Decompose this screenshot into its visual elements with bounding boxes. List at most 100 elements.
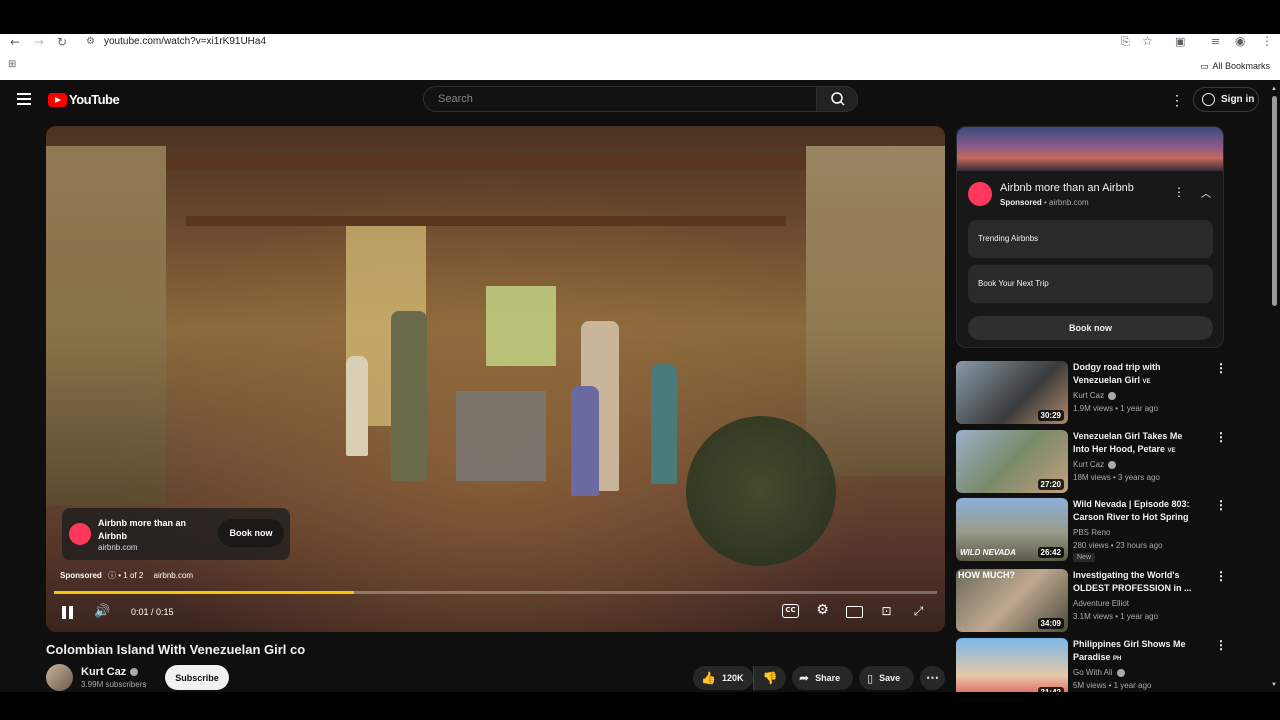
channel-name[interactable]: Kurt Caz (81, 666, 139, 678)
share-icon: ➦ (799, 671, 810, 685)
related-channel-text: Kurt Caz (1073, 391, 1105, 400)
sponsored-domain[interactable]: airbnb.com (154, 571, 194, 580)
scrollbar-thumb[interactable] (1272, 96, 1277, 306)
side-ad-sponsored: Sponsored (1000, 198, 1042, 207)
related-more-icon[interactable]: ⋮ (1215, 361, 1227, 375)
install-app-icon[interactable]: ⎘ (1121, 35, 1130, 49)
pause-button[interactable] (61, 606, 75, 620)
related-channel[interactable]: PBS Reno (1073, 528, 1110, 537)
child-figure (346, 356, 368, 456)
related-meta: 1.9M views • 1 year ago (1073, 404, 1159, 413)
captions-icon[interactable]: CC (782, 604, 799, 618)
all-bookmarks-label: All Bookmarks (1212, 61, 1270, 71)
related-video[interactable]: 30:29 Dodgy road trip with Venezuelan Gi… (956, 361, 1227, 425)
site-settings-icon[interactable]: ⚙ (86, 35, 95, 49)
sponsored-label: Sponsored (60, 571, 102, 580)
thumbs-down-icon: 👎 (762, 671, 778, 685)
player-book-now-button[interactable]: Book now (218, 519, 284, 547)
theater-mode-icon[interactable] (846, 606, 863, 618)
hamburger-menu-icon[interactable] (17, 93, 31, 105)
tab-search-icon[interactable]: ▣ (1175, 35, 1185, 49)
related-channel[interactable]: Go With Ali (1073, 668, 1125, 677)
profile-icon[interactable]: ◉ (1235, 34, 1245, 48)
all-bookmarks[interactable]: ▭ All Bookmarks (1200, 61, 1270, 72)
related-title[interactable]: Philippines Girl Shows Me Paradise PH (1073, 638, 1195, 666)
right-window (806, 146, 945, 476)
cast-icon[interactable]: ⊡ (878, 604, 895, 619)
apps-grid-icon[interactable]: ⊞ (8, 58, 16, 72)
settings-kebab-icon[interactable]: ⋮ (1170, 92, 1184, 109)
related-more-icon[interactable]: ⋮ (1215, 569, 1227, 583)
youtube-play-icon (48, 92, 67, 107)
like-button[interactable]: 👍 120K (693, 666, 753, 690)
verified-icon (1108, 391, 1117, 400)
search-button[interactable] (816, 86, 858, 112)
share-button[interactable]: ➦ Share (792, 666, 853, 690)
side-ad-more-icon[interactable]: ⋮ (1173, 185, 1185, 199)
top-black-band (0, 0, 1280, 34)
related-video[interactable]: 27:20 Venezuelan Girl Takes Me Into Her … (956, 430, 1227, 494)
new-badge: New (1073, 553, 1096, 562)
related-title[interactable]: Dodgy road trip with Venezuelan Girl VE (1073, 361, 1195, 389)
kitchen-window (486, 286, 556, 366)
related-channel[interactable]: Adventure Elliot (1073, 599, 1129, 608)
info-icon[interactable]: ⓘ (108, 571, 116, 580)
related-video[interactable]: WILD NEVADA 26:42 Wild Nevada | Episode … (956, 498, 1227, 562)
more-actions-button[interactable]: ⋯ (920, 666, 945, 690)
save-button[interactable]: ▯ Save (859, 666, 914, 690)
side-ad-option-1[interactable]: Trending Airbnbs (968, 220, 1213, 258)
channel-avatar[interactable] (46, 664, 73, 691)
sign-in-label: Sign in (1221, 94, 1255, 105)
related-more-icon[interactable]: ⋮ (1215, 638, 1227, 652)
video-thumbnail[interactable]: HOW MUCH? 34:09 (956, 569, 1068, 632)
side-ad-book-now-button[interactable]: Book now (968, 316, 1213, 340)
scroll-down-icon[interactable]: ▼ (1271, 682, 1277, 688)
settings-gear-icon[interactable]: ⚙ (814, 602, 831, 618)
progress-bar[interactable] (54, 591, 937, 594)
related-channel[interactable]: Kurt Caz (1073, 391, 1117, 400)
reading-list-icon[interactable]: ≡ (1211, 35, 1220, 49)
forward-arrow-icon[interactable]: → (34, 35, 44, 49)
thumbs-up-icon: 👍 (701, 671, 716, 685)
related-more-icon[interactable]: ⋮ (1215, 498, 1227, 512)
search-input[interactable]: Search (423, 86, 817, 112)
verified-icon (130, 668, 139, 677)
video-thumbnail[interactable]: 30:29 (956, 361, 1068, 424)
sidebar-ad[interactable]: Airbnb more than an Airbnb Sponsored • a… (956, 126, 1224, 348)
verified-icon (1116, 668, 1125, 677)
related-title[interactable]: Investigating the World's OLDEST PROFESS… (1073, 569, 1195, 595)
side-ad-option-2[interactable]: Book Your Next Trip (968, 265, 1213, 303)
share-label: Share (815, 673, 841, 683)
side-ad-title[interactable]: Airbnb more than an Airbnb (1000, 182, 1134, 194)
related-meta: 18M views • 3 years ago (1073, 473, 1160, 482)
collapse-chevron-icon[interactable]: ︿ (1201, 185, 1211, 200)
flag-label: PH (1113, 656, 1122, 662)
video-thumbnail[interactable]: WILD NEVADA 26:42 (956, 498, 1068, 561)
page-scrollbar[interactable]: ▲ ▼ (1270, 86, 1278, 692)
bookmark-icon: ▯ (867, 671, 874, 685)
youtube-logo[interactable]: YouTube (48, 92, 120, 107)
subscribe-button[interactable]: Subscribe (165, 665, 229, 690)
related-title[interactable]: Wild Nevada | Episode 803: Carson River … (1073, 498, 1195, 524)
video-duration: 26:42 (1037, 547, 1064, 558)
sign-in-button[interactable]: Sign in (1193, 87, 1259, 112)
bookmark-star-icon[interactable]: ☆ (1142, 34, 1153, 48)
browser-menu-icon[interactable]: ⋮ (1261, 34, 1273, 48)
related-more-icon[interactable]: ⋮ (1215, 430, 1227, 444)
video-duration: 27:20 (1037, 479, 1064, 490)
address-bar[interactable]: youtube.com/watch?v=xi1rK91UHa4 (104, 36, 266, 47)
child-figure (651, 364, 677, 484)
volume-icon[interactable]: 🔊 (94, 604, 110, 619)
related-channel-text: PBS Reno (1073, 528, 1111, 537)
video-duration: 30:29 (1037, 410, 1064, 421)
dislike-button[interactable]: 👎 (753, 666, 786, 690)
reload-icon[interactable]: ↻ (57, 35, 67, 49)
fullscreen-icon[interactable]: ⤢ (910, 604, 927, 619)
related-title[interactable]: Venezuelan Girl Takes Me Into Her Hood, … (1073, 430, 1195, 458)
flag-label: VE (1142, 379, 1151, 385)
scroll-up-icon[interactable]: ▲ (1271, 86, 1277, 92)
related-channel[interactable]: Kurt Caz (1073, 460, 1117, 469)
related-video[interactable]: HOW MUCH? 34:09 Investigating the World'… (956, 569, 1227, 633)
video-thumbnail[interactable]: 27:20 (956, 430, 1068, 493)
back-arrow-icon[interactable]: ← (10, 35, 20, 49)
